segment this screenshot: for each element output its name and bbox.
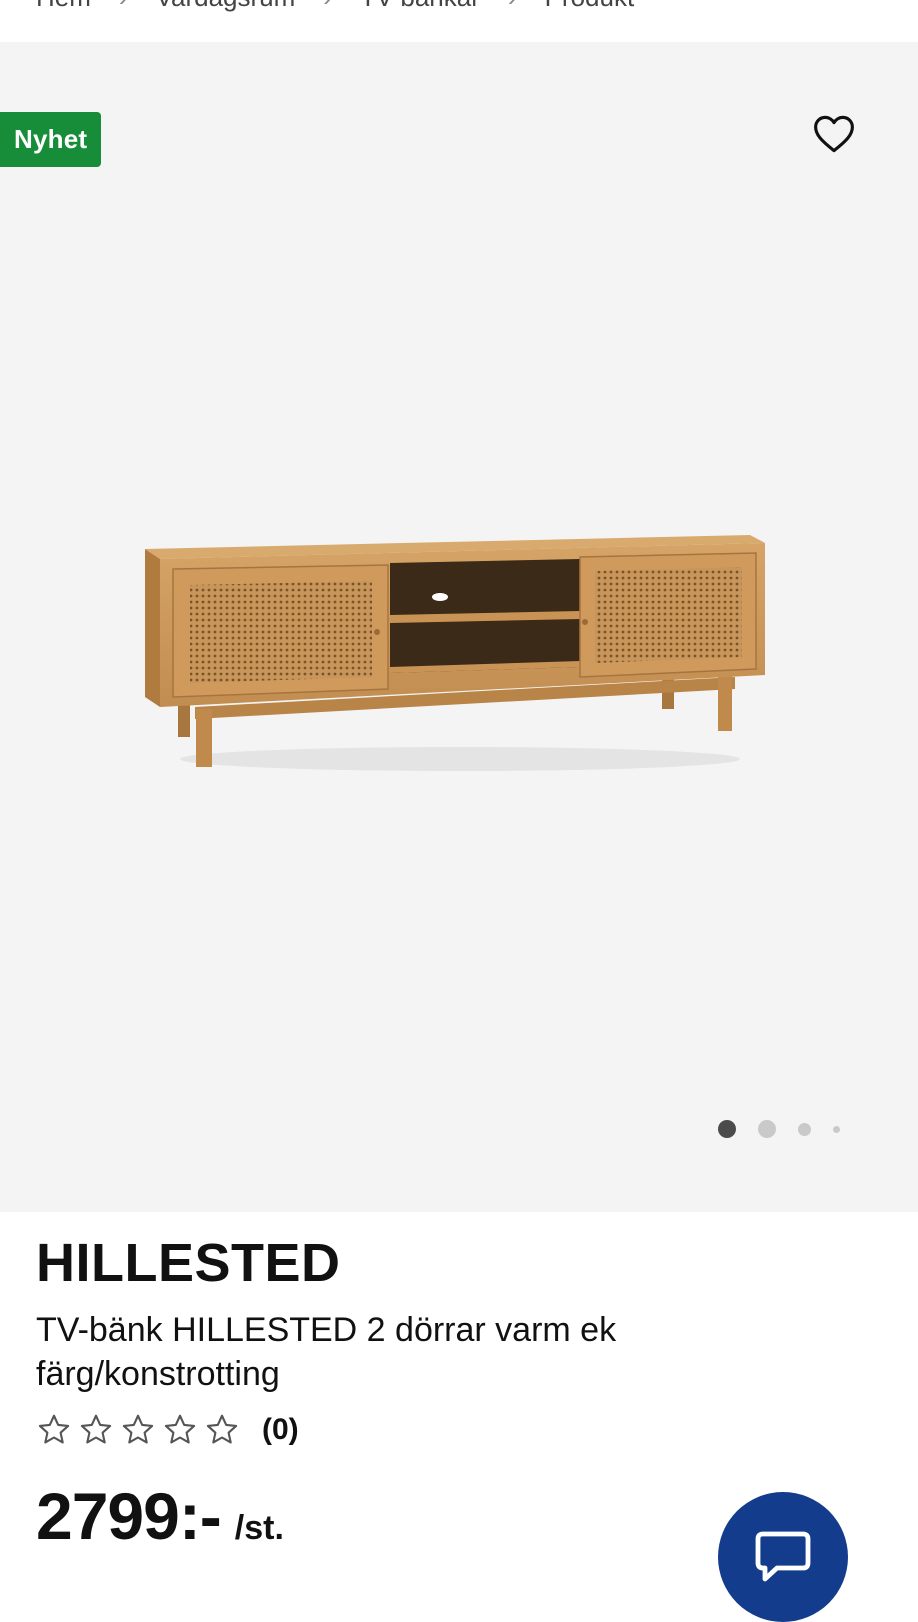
star-outline-icon [122,1414,154,1444]
rating-count: (0) [262,1413,299,1446]
star-outline-icon [80,1414,112,1444]
price-unit: /st. [234,1509,284,1547]
star-outline-icon [206,1414,238,1444]
product-image [145,535,765,771]
chat-bubble-icon [755,1531,811,1582]
breadcrumb-separator: › [323,0,332,13]
new-badge: Nyhet [0,112,102,167]
product-brand-title: HILLESTED [36,1233,341,1293]
breadcrumb-item-tv-benches[interactable]: TV-bänkar [360,0,480,13]
product-rating[interactable]: (0) [36,1412,299,1448]
chat-button[interactable] [718,1492,848,1622]
gallery-pagination [718,1120,840,1138]
price-value: 2799:- [36,1479,222,1553]
breadcrumb: Hem › Vardagsrum › TV-bänkar › Produkt [0,0,918,42]
wishlist-button[interactable] [810,110,858,158]
breadcrumb-item-product[interactable]: Produkt [545,0,635,13]
breadcrumb-item-living-room[interactable]: Vardagsrum [156,0,296,13]
product-image-gallery[interactable]: Nyhet [0,42,918,1212]
pagination-dot[interactable] [758,1120,776,1138]
pagination-dot[interactable] [833,1125,840,1133]
pagination-dot[interactable] [798,1122,811,1136]
product-price: 2799:- /st. [36,1478,284,1554]
breadcrumb-list: Hem › Vardagsrum › TV-bänkar › Produkt [36,0,634,13]
breadcrumb-separator: › [119,0,128,13]
product-description: TV-bänk HILLESTED 2 dörrar varm ek färg/… [36,1311,617,1393]
heart-outline-icon [814,115,854,153]
star-outline-icon [38,1414,70,1444]
pagination-dot-active[interactable] [718,1120,736,1138]
breadcrumb-item-home[interactable]: Hem [36,0,91,13]
star-outline-icon [164,1414,196,1444]
breadcrumb-separator: › [508,0,517,13]
